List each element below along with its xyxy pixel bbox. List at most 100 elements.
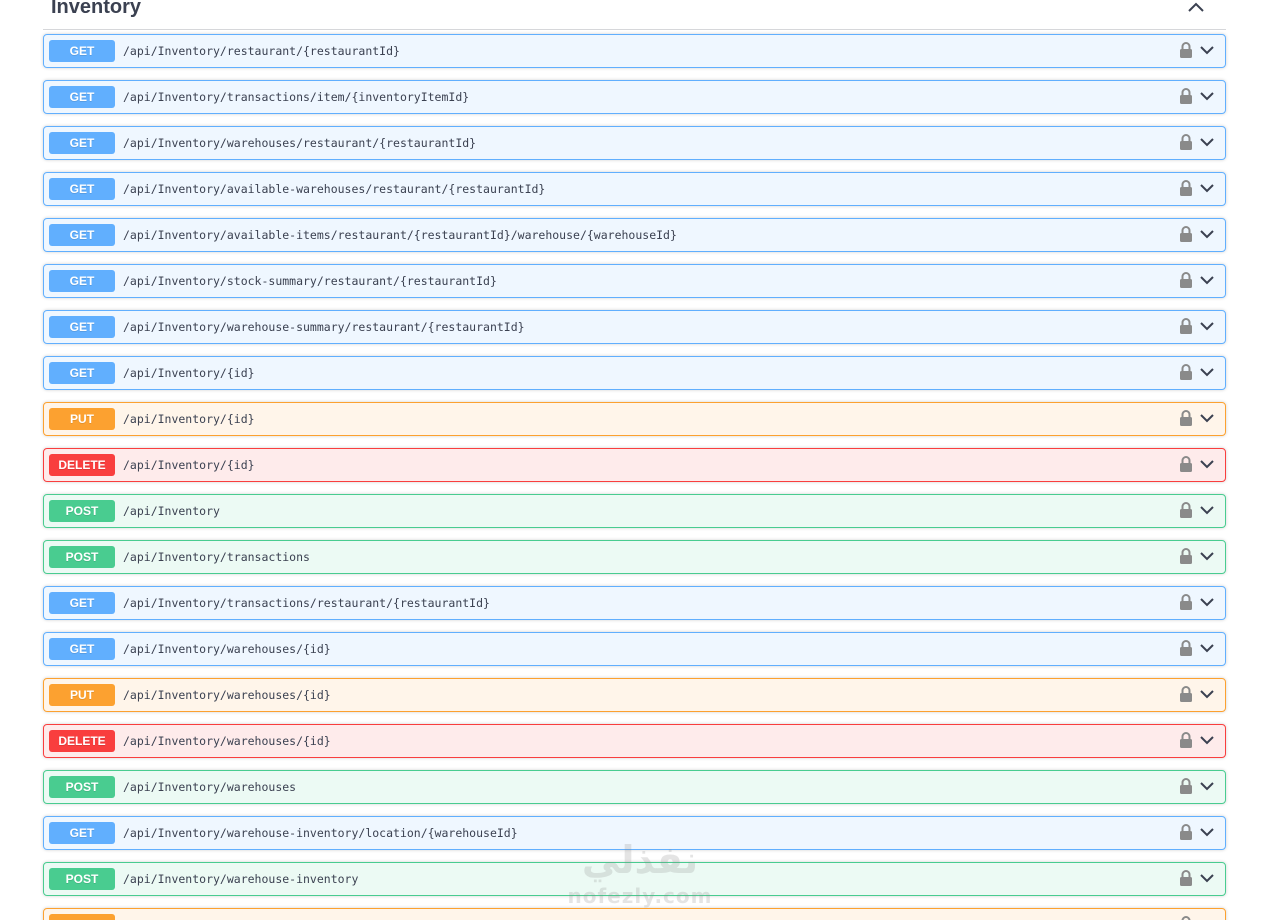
lock-icon[interactable]	[1179, 915, 1193, 920]
section-title: Inventory	[51, 0, 142, 18]
chevron-up-icon[interactable]	[1186, 0, 1206, 16]
operations-list: GET/api/Inventory/restaurant/{restaurant…	[43, 34, 1226, 920]
operation-path: /api/Inventory/{id}	[123, 366, 255, 380]
lock-icon[interactable]	[1179, 869, 1193, 887]
chevron-down-icon[interactable]	[1199, 871, 1215, 885]
chevron-down-icon[interactable]	[1199, 43, 1215, 57]
lock-icon[interactable]	[1179, 409, 1193, 427]
lock-icon[interactable]	[1179, 823, 1193, 841]
operation-path: /api/Inventory/warehouses	[123, 780, 297, 794]
operation-delete-row[interactable]: DELETE/api/Inventory/{id}	[43, 448, 1226, 482]
operation-get-row[interactable]: GET/api/Inventory/warehouses/restaurant/…	[43, 126, 1226, 160]
lock-icon[interactable]	[1179, 133, 1193, 151]
lock-icon[interactable]	[1179, 501, 1193, 519]
chevron-down-icon[interactable]	[1199, 549, 1215, 563]
lock-icon[interactable]	[1179, 731, 1193, 749]
operation-post-row[interactable]: POST/api/Inventory	[43, 494, 1226, 528]
operation-path: /api/Inventory/stock-summary/restaurant/…	[123, 274, 497, 288]
operation-path: /api/Inventory/warehouse-inventory	[123, 872, 359, 886]
operation-path: /api/Inventory/available-items/restauran…	[123, 228, 677, 242]
method-badge: GET	[49, 638, 115, 660]
chevron-down-icon[interactable]	[1199, 687, 1215, 701]
method-badge: POST	[49, 500, 115, 522]
operation-path: /api/Inventory/transactions	[123, 550, 310, 564]
operation-path: /api/Inventory/warehouses/{id}	[123, 642, 331, 656]
chevron-down-icon[interactable]	[1199, 825, 1215, 839]
operation-path: /api/Inventory/warehouses/restaurant/{re…	[123, 136, 477, 150]
lock-icon[interactable]	[1179, 41, 1193, 59]
operation-path: /api/Inventory/warehouses/{id}	[123, 734, 331, 748]
operation-path: /api/Inventory/warehouses/{id}	[123, 688, 331, 702]
chevron-down-icon[interactable]	[1199, 411, 1215, 425]
method-badge: PUT	[49, 408, 115, 430]
operation-post-row[interactable]: POST/api/Inventory/transactions	[43, 540, 1226, 574]
method-badge: GET	[49, 224, 115, 246]
method-badge: GET	[49, 270, 115, 292]
chevron-down-icon[interactable]	[1199, 181, 1215, 195]
operation-get-row[interactable]: GET/api/Inventory/warehouse-inventory/lo…	[43, 816, 1226, 850]
lock-icon[interactable]	[1179, 455, 1193, 473]
method-badge: PUT	[49, 684, 115, 706]
operation-get-row[interactable]: GET/api/Inventory/restaurant/{restaurant…	[43, 34, 1226, 68]
operation-get-row[interactable]: GET/api/Inventory/{id}	[43, 356, 1226, 390]
operation-post-row[interactable]: POST/api/Inventory/warehouse-inventory	[43, 862, 1226, 896]
lock-icon[interactable]	[1179, 685, 1193, 703]
lock-icon[interactable]	[1179, 179, 1193, 197]
method-badge: GET	[49, 822, 115, 844]
operation-path: /api/Inventory/restaurant/{restaurantId}	[123, 44, 400, 58]
chevron-down-icon[interactable]	[1199, 779, 1215, 793]
chevron-down-icon[interactable]	[1199, 89, 1215, 103]
chevron-down-icon[interactable]	[1199, 319, 1215, 333]
method-badge: GET	[49, 86, 115, 108]
method-badge: POST	[49, 868, 115, 890]
method-badge: POST	[49, 776, 115, 798]
operation-path: /api/Inventory/{id}	[123, 412, 255, 426]
lock-icon[interactable]	[1179, 87, 1193, 105]
lock-icon[interactable]	[1179, 363, 1193, 381]
lock-icon[interactable]	[1179, 225, 1193, 243]
lock-icon[interactable]	[1179, 317, 1193, 335]
chevron-down-icon[interactable]	[1199, 595, 1215, 609]
method-badge: GET	[49, 40, 115, 62]
operation-get-row[interactable]: GET/api/Inventory/available-warehouses/r…	[43, 172, 1226, 206]
method-badge: GET	[49, 592, 115, 614]
method-badge: POST	[49, 546, 115, 568]
operation-get-row[interactable]: GET/api/Inventory/transactions/item/{inv…	[43, 80, 1226, 114]
chevron-down-icon[interactable]	[1199, 641, 1215, 655]
lock-icon[interactable]	[1179, 639, 1193, 657]
operation-get-row[interactable]: GET/api/Inventory/warehouses/{id}	[43, 632, 1226, 666]
operation-put-row[interactable]: PUT/api/Inventory/warehouses/{id}	[43, 678, 1226, 712]
tag-header-inventory[interactable]: Inventory	[43, 0, 1226, 30]
operation-get-row[interactable]: GET/api/Inventory/available-items/restau…	[43, 218, 1226, 252]
chevron-down-icon[interactable]	[1199, 733, 1215, 747]
operation-post-row[interactable]: POST/api/Inventory/warehouses	[43, 770, 1226, 804]
lock-icon[interactable]	[1179, 777, 1193, 795]
operation-get-row[interactable]: GET/api/Inventory/warehouse-summary/rest…	[43, 310, 1226, 344]
method-badge: DELETE	[49, 730, 115, 752]
lock-icon[interactable]	[1179, 547, 1193, 565]
method-badge: GET	[49, 316, 115, 338]
operation-path: /api/Inventory/transactions/item/{invent…	[123, 90, 470, 104]
operation-put-row[interactable]: PUT/api/Inventory/warehouse-inventory/{i…	[43, 908, 1226, 920]
operation-path: /api/Inventory/warehouse-summary/restaur…	[123, 320, 525, 334]
lock-icon[interactable]	[1179, 593, 1193, 611]
operation-delete-row[interactable]: DELETE/api/Inventory/warehouses/{id}	[43, 724, 1226, 758]
chevron-down-icon[interactable]	[1199, 135, 1215, 149]
method-badge: GET	[49, 178, 115, 200]
method-badge: PUT	[49, 914, 115, 920]
operation-path: /api/Inventory/transactions/restaurant/{…	[123, 596, 490, 610]
operation-path: /api/Inventory	[123, 504, 220, 518]
operation-path: /api/Inventory/warehouse-inventory/locat…	[123, 826, 518, 840]
lock-icon[interactable]	[1179, 271, 1193, 289]
chevron-down-icon[interactable]	[1199, 457, 1215, 471]
chevron-down-icon[interactable]	[1199, 227, 1215, 241]
method-badge: GET	[49, 132, 115, 154]
operation-get-row[interactable]: GET/api/Inventory/stock-summary/restaura…	[43, 264, 1226, 298]
operation-get-row[interactable]: GET/api/Inventory/transactions/restauran…	[43, 586, 1226, 620]
operation-put-row[interactable]: PUT/api/Inventory/{id}	[43, 402, 1226, 436]
method-badge: DELETE	[49, 454, 115, 476]
chevron-down-icon[interactable]	[1199, 503, 1215, 517]
operation-path: /api/Inventory/{id}	[123, 458, 255, 472]
chevron-down-icon[interactable]	[1199, 273, 1215, 287]
chevron-down-icon[interactable]	[1199, 365, 1215, 379]
